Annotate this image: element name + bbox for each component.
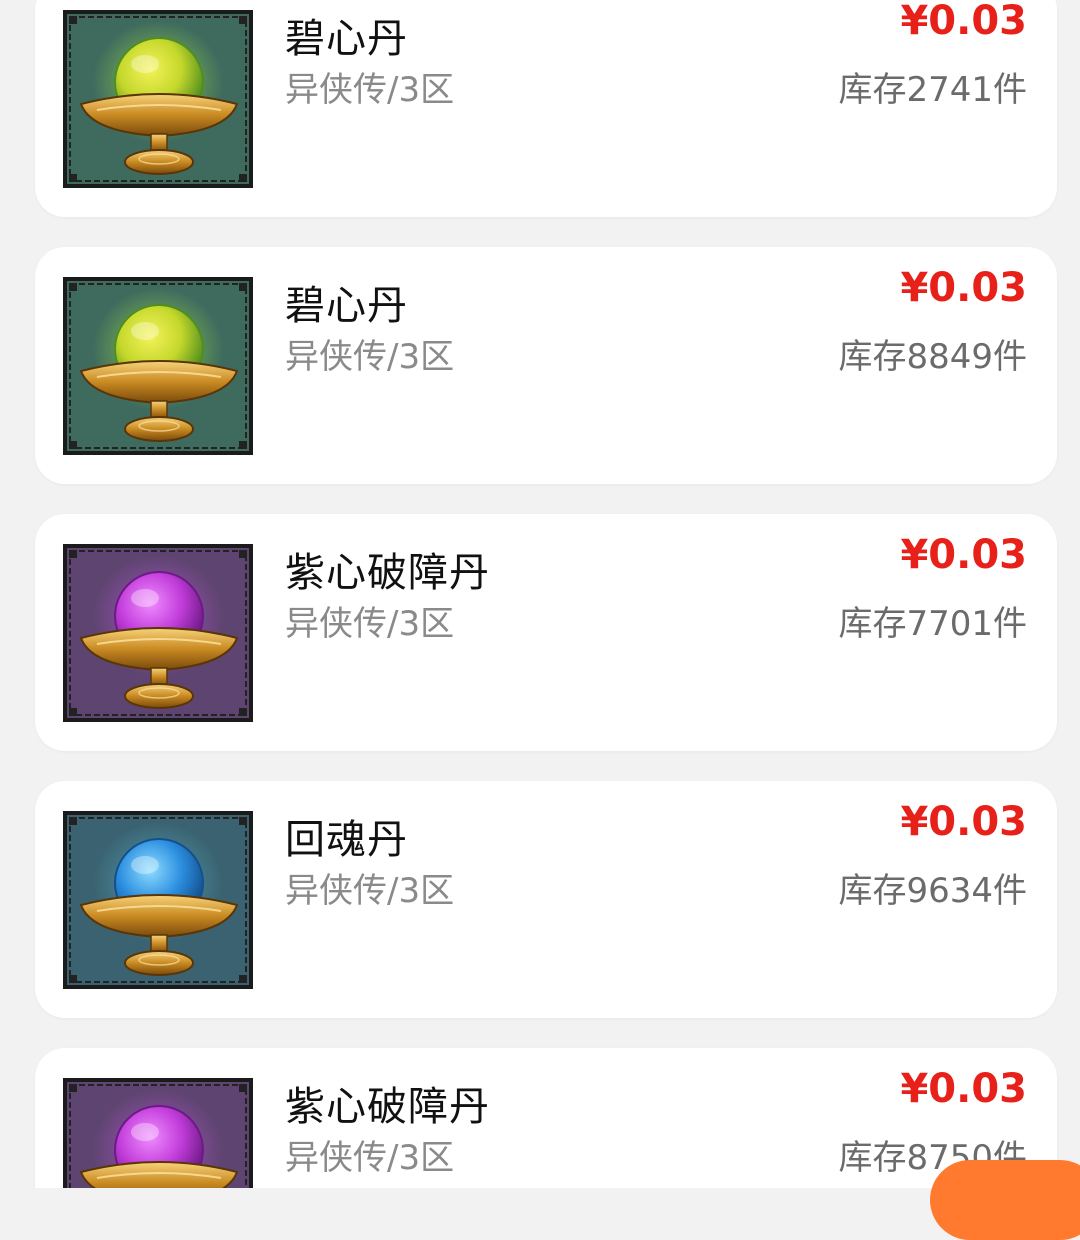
item-name: 紫心破障丹: [285, 1084, 490, 1130]
item-price: ¥0.03: [900, 799, 1027, 845]
item-thumbnail: [63, 10, 253, 188]
item-card[interactable]: 碧心丹 异侠传/3区 ¥0.03 库存2741件: [35, 0, 1057, 217]
pill-orb-icon: [67, 1082, 249, 1188]
item-price: ¥0.03: [900, 1066, 1027, 1112]
item-stock: 库存2741件: [838, 70, 1027, 110]
item-server: 异侠传/3区: [285, 1138, 455, 1178]
item-stock: 库存7701件: [838, 604, 1027, 644]
item-card[interactable]: 紫心破障丹 异侠传/3区 ¥0.03 库存7701件: [35, 514, 1057, 751]
item-price: ¥0.03: [900, 0, 1027, 44]
item-card[interactable]: 碧心丹 异侠传/3区 ¥0.03 库存8849件: [35, 247, 1057, 484]
item-name: 碧心丹: [285, 16, 408, 62]
pill-orb-icon: [67, 281, 249, 451]
item-stock: 库存9634件: [838, 871, 1027, 911]
item-name: 紫心破障丹: [285, 550, 490, 596]
pill-orb-icon: [67, 815, 249, 985]
item-server: 异侠传/3区: [285, 70, 455, 110]
item-server: 异侠传/3区: [285, 604, 455, 644]
pill-orb-icon: [67, 14, 249, 184]
item-price: ¥0.03: [900, 265, 1027, 311]
item-thumbnail: [63, 544, 253, 722]
pill-orb-icon: [67, 548, 249, 718]
item-list: 碧心丹 异侠传/3区 ¥0.03 库存2741件 碧心丹 异侠传/3区 ¥0.0…: [0, 0, 1080, 1188]
item-server: 异侠传/3区: [285, 337, 455, 377]
item-thumbnail: [63, 277, 253, 455]
item-name: 碧心丹: [285, 283, 408, 329]
item-price: ¥0.03: [900, 532, 1027, 578]
item-stock: 库存8849件: [838, 337, 1027, 377]
item-name: 回魂丹: [285, 817, 408, 863]
item-card[interactable]: 回魂丹 异侠传/3区 ¥0.03 库存9634件: [35, 781, 1057, 1018]
item-card[interactable]: 紫心破障丹 异侠传/3区 ¥0.03 库存8750件: [35, 1048, 1057, 1188]
item-thumbnail: [63, 1078, 253, 1188]
floating-action-button[interactable]: [930, 1160, 1080, 1240]
item-thumbnail: [63, 811, 253, 989]
item-server: 异侠传/3区: [285, 871, 455, 911]
